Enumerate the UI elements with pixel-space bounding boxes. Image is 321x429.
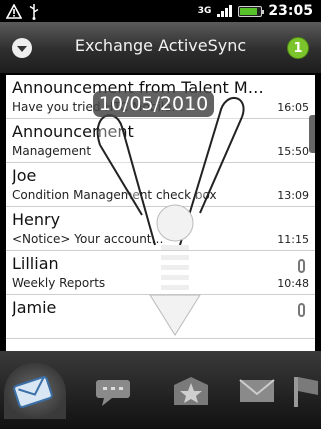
battery-icon bbox=[238, 5, 265, 17]
flagged-tab[interactable] bbox=[286, 363, 320, 419]
favorites-tab[interactable] bbox=[160, 363, 222, 419]
network-type: 3G bbox=[197, 5, 212, 16]
tab-bar bbox=[0, 351, 321, 429]
usb-icon bbox=[29, 3, 39, 20]
date-jump-overlay: 10/05/2010 bbox=[93, 91, 214, 117]
message-row[interactable]: Jamie bbox=[6, 295, 315, 339]
star-icon bbox=[174, 377, 208, 405]
account-title[interactable]: Exchange ActiveSync bbox=[40, 36, 281, 55]
chevron-down-icon[interactable] bbox=[12, 38, 32, 58]
timestamp: 10:48 bbox=[277, 277, 309, 290]
timestamp: 11:15 bbox=[277, 233, 309, 246]
message-row[interactable]: Joe Condition Management check box 13:09 bbox=[6, 163, 315, 207]
timestamp: 15:50 bbox=[277, 145, 309, 158]
message-row[interactable]: Lillian Weekly Reports 10:48 bbox=[6, 251, 315, 295]
clock: 23:05 bbox=[268, 3, 313, 19]
sender: Joe bbox=[12, 166, 37, 185]
notification-icons bbox=[6, 2, 40, 20]
envelope-inbox-icon bbox=[13, 376, 53, 408]
unread-count-badge: 1 bbox=[287, 37, 309, 59]
sender: Lillian bbox=[12, 254, 59, 273]
subject: Condition Management check box bbox=[12, 188, 217, 202]
conversations-tab[interactable] bbox=[82, 363, 144, 419]
subject: Weekly Reports bbox=[12, 276, 106, 290]
title-bar: Exchange ActiveSync 1 bbox=[0, 22, 321, 74]
sender: Announcement bbox=[12, 122, 134, 141]
scrollbar[interactable] bbox=[309, 115, 315, 153]
message-row[interactable]: Announcement Management 15:50 bbox=[6, 119, 315, 163]
subject: Management bbox=[12, 144, 92, 158]
timestamp: 13:09 bbox=[277, 189, 309, 202]
sender: Henry bbox=[12, 210, 61, 229]
timestamp: 16:05 bbox=[277, 101, 309, 114]
unread-tab[interactable] bbox=[226, 363, 288, 419]
subject: <Notice> Your account… bbox=[12, 232, 164, 246]
status-bar: 3G 23:05 bbox=[0, 0, 321, 22]
message-row[interactable]: Henry <Notice> Your account… 11:15 bbox=[6, 207, 315, 251]
warning-icon bbox=[6, 3, 22, 19]
chat-bubbles-icon bbox=[96, 380, 130, 406]
paperclip-icon bbox=[298, 259, 305, 273]
signal-icon bbox=[217, 5, 233, 17]
paperclip-icon bbox=[298, 303, 305, 317]
flag-icon bbox=[294, 377, 318, 407]
inbox-tab[interactable] bbox=[4, 363, 66, 419]
envelope-icon bbox=[239, 379, 275, 402]
sender: Jamie bbox=[12, 298, 57, 317]
